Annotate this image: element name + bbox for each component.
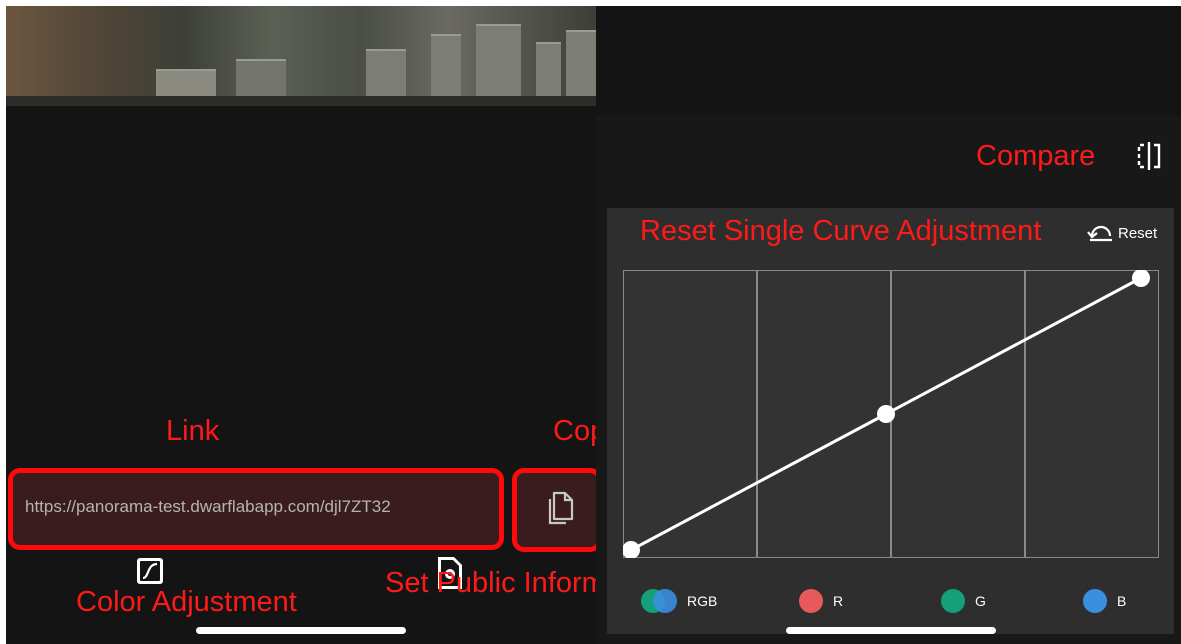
copy-button[interactable] [512, 468, 602, 552]
right-screen-top [596, 6, 1181, 115]
reset-icon [1087, 225, 1112, 242]
channel-b[interactable]: B [1083, 589, 1126, 613]
channel-label: G [975, 593, 986, 609]
reset-label: Reset [1118, 224, 1158, 242]
compare-button[interactable] [1134, 140, 1164, 177]
channel-rgb[interactable]: RGB [641, 589, 717, 613]
link-annotation: Link [166, 415, 220, 447]
share-link-text: https://panorama-test.dwarflabapp.com/dj… [25, 497, 391, 516]
color-adjustment-icon [137, 558, 163, 584]
reset-button[interactable]: Reset [1086, 222, 1157, 244]
curve-control-point[interactable] [877, 405, 895, 423]
channel-r[interactable]: R [799, 589, 843, 613]
rgb-dot-icon [641, 589, 677, 613]
home-indicator-left [196, 627, 406, 634]
color-adjustment-annotation: Color Adjustment [76, 586, 297, 618]
channel-g[interactable]: G [941, 589, 986, 613]
green-dot-icon [941, 589, 965, 613]
red-dot-icon [799, 589, 823, 613]
channel-label: R [833, 593, 844, 609]
home-indicator-right [786, 627, 996, 634]
share-link-field[interactable]: https://panorama-test.dwarflabapp.com/dj… [8, 468, 504, 550]
blue-dot-icon [1083, 589, 1107, 613]
compare-annotation: Compare [976, 140, 1096, 172]
compare-icon [1137, 142, 1161, 170]
channel-label: B [1117, 593, 1127, 609]
reset-curve-annotation: Reset Single Curve Adjustment [640, 215, 1042, 247]
channel-label: RGB [687, 593, 718, 609]
panorama-preview [6, 6, 596, 106]
copy-icon [548, 491, 574, 525]
curve-graph[interactable] [623, 270, 1159, 558]
